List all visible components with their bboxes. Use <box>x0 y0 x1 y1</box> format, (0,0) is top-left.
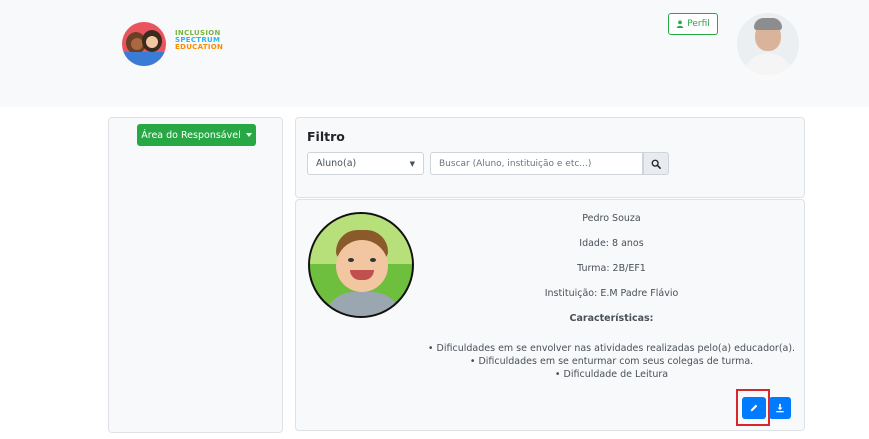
chevron-down-icon: ▼ <box>409 160 415 168</box>
list-item: • Dificuldades em se envolver nas ativid… <box>427 343 796 354</box>
highlight-box <box>736 389 770 426</box>
student-name: Pedro Souza <box>582 213 641 224</box>
download-button[interactable] <box>769 397 791 419</box>
list-item: • Dificuldades em se enturmar com seus c… <box>469 356 754 367</box>
app-logo[interactable]: INCLUSION SPECTRUM EDUCATION <box>120 20 240 68</box>
profile-avatar[interactable] <box>737 13 799 75</box>
filter-type-value: Aluno(a) <box>316 158 357 169</box>
characteristics-title: Características: <box>569 313 654 324</box>
logo-text: INCLUSION SPECTRUM EDUCATION <box>175 29 224 51</box>
filter-title: Filtro <box>307 129 345 144</box>
student-class: Turma: 2B/EF1 <box>577 263 646 274</box>
user-icon <box>677 20 684 28</box>
logo-emblem <box>122 22 166 66</box>
search-button[interactable] <box>643 152 669 175</box>
search-input[interactable] <box>430 152 643 175</box>
search-icon <box>651 159 661 169</box>
student-institution: Instituição: E.M Padre Flávio <box>544 288 679 299</box>
area-responsavel-label: Área do Responsável <box>141 129 241 141</box>
download-icon <box>776 403 784 413</box>
student-photo <box>308 212 414 318</box>
caret-down-icon <box>245 133 252 137</box>
top-header: INCLUSION SPECTRUM EDUCATION Perfil <box>0 0 869 107</box>
filter-type-select[interactable]: Aluno(a) ▼ <box>307 152 424 175</box>
characteristics-list: • Dificuldades em se envolver nas ativid… <box>420 342 803 381</box>
area-responsavel-dropdown[interactable]: Área do Responsável <box>137 124 256 146</box>
student-age: Idade: 8 anos <box>579 238 644 249</box>
list-item: • Dificuldade de Leitura <box>554 369 669 380</box>
perfil-label: Perfil <box>687 19 710 29</box>
sidebar-panel <box>108 117 283 433</box>
perfil-button[interactable]: Perfil <box>668 13 718 35</box>
